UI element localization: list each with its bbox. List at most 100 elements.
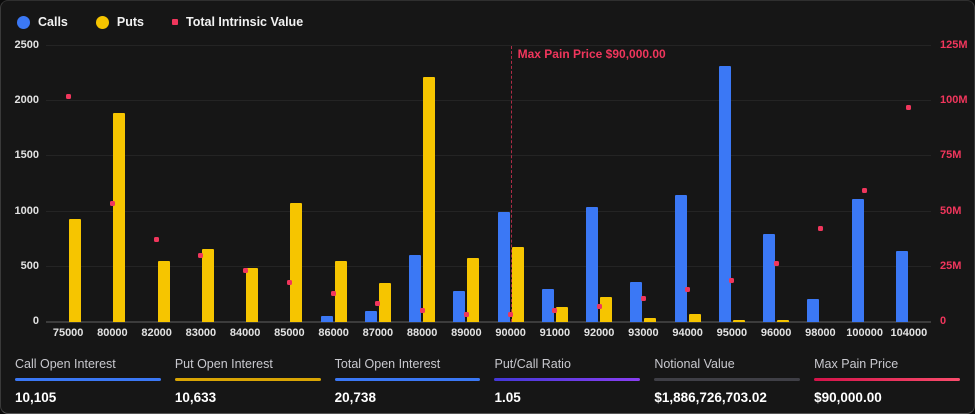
- y-axis-tick-label: 2500: [1, 39, 39, 51]
- put-bar-83000[interactable]: [202, 249, 214, 322]
- y-axis-tick-label: 2000: [1, 94, 39, 106]
- total-intrinsic-value-legend-marker-icon: [172, 19, 178, 25]
- bar-group-92000: [577, 46, 621, 322]
- stat-accent-underline: [814, 378, 960, 381]
- put-bar-75000[interactable]: [69, 219, 81, 322]
- stat-accent-underline: [654, 378, 800, 381]
- put-bar-87000[interactable]: [379, 283, 391, 322]
- stat-value: $1,886,726,703.02: [654, 390, 800, 405]
- legend-item-total-intrinsic-value[interactable]: Total Intrinsic Value: [172, 15, 303, 29]
- call-bar-98000[interactable]: [807, 299, 819, 322]
- intrinsic-value-point-84000[interactable]: [243, 268, 248, 273]
- x-axis-label-104000: 104000: [891, 327, 928, 339]
- intrinsic-value-point-80000[interactable]: [110, 201, 115, 206]
- bar-group-86000: [312, 46, 356, 322]
- call-bar-93000[interactable]: [630, 282, 642, 322]
- max-pain-annotation: Max Pain Price $90,000.00: [518, 47, 666, 61]
- right-y-axis-tick-label: 125M: [940, 39, 968, 51]
- x-axis-label-86000: 86000: [318, 327, 349, 339]
- stat-call-open-interest: Call Open Interest10,105: [15, 355, 161, 413]
- bar-group-88000: [400, 46, 444, 322]
- x-axis-label-93000: 93000: [628, 327, 659, 339]
- stat-notional-value: Notional Value $1,886,726,703.02: [654, 355, 800, 413]
- put-bar-96000[interactable]: [777, 320, 789, 322]
- intrinsic-value-point-93000[interactable]: [641, 296, 646, 301]
- y-axis-tick-label: 0: [1, 315, 39, 327]
- options-max-pain-chart-card: Calls Puts Total Intrinsic Value 0 500 1000 1…: [0, 0, 975, 414]
- put-bar-80000[interactable]: [113, 113, 125, 322]
- bar-group-98000: [798, 46, 842, 322]
- stat-accent-underline: [175, 378, 321, 381]
- intrinsic-value-point-92000[interactable]: [597, 304, 602, 309]
- intrinsic-value-point-98000[interactable]: [818, 226, 823, 231]
- intrinsic-value-point-89000[interactable]: [464, 312, 469, 317]
- max-pain-dashed-line: [511, 46, 512, 322]
- x-axis-label-98000: 98000: [805, 327, 836, 339]
- y-axis-tick-label: 1000: [1, 205, 39, 217]
- stat-label: Put/Call Ratio: [494, 357, 640, 371]
- intrinsic-value-point-86000[interactable]: [331, 291, 336, 296]
- intrinsic-value-point-82000[interactable]: [154, 237, 159, 242]
- intrinsic-value-point-75000[interactable]: [66, 94, 71, 99]
- put-bar-89000[interactable]: [467, 258, 479, 322]
- call-bar-90000[interactable]: [498, 212, 510, 322]
- bar-group-100000: [843, 46, 887, 322]
- x-axis-label-91000: 91000: [540, 327, 571, 339]
- bar-group-104000: [887, 46, 931, 322]
- legend-item-puts[interactable]: Puts: [96, 15, 144, 29]
- x-axis-label-83000: 83000: [186, 327, 217, 339]
- stat-accent-underline: [15, 378, 161, 381]
- put-bar-86000[interactable]: [335, 261, 347, 322]
- put-bar-82000[interactable]: [158, 261, 170, 322]
- x-axis-label-100000: 100000: [846, 327, 883, 339]
- intrinsic-value-point-100000[interactable]: [862, 188, 867, 193]
- call-bar-100000[interactable]: [852, 199, 864, 322]
- stat-value: 1.05: [494, 390, 640, 405]
- bar-group-80000: [90, 46, 134, 322]
- call-bar-96000[interactable]: [763, 234, 775, 322]
- put-bar-94000[interactable]: [689, 314, 701, 322]
- y-axis-tick-label: 500: [1, 260, 39, 272]
- x-axis-label-75000: 75000: [53, 327, 84, 339]
- put-bar-85000[interactable]: [290, 203, 302, 322]
- put-bar-90000[interactable]: [512, 247, 524, 322]
- put-bar-92000[interactable]: [600, 297, 612, 322]
- bar-group-82000: [135, 46, 179, 322]
- put-bar-88000[interactable]: [423, 77, 435, 322]
- put-bar-91000[interactable]: [556, 307, 568, 322]
- intrinsic-value-point-95000[interactable]: [729, 278, 734, 283]
- intrinsic-value-point-96000[interactable]: [774, 261, 779, 266]
- put-bar-93000[interactable]: [644, 318, 656, 322]
- call-bar-91000[interactable]: [542, 289, 554, 322]
- right-y-axis-tick-label: 0: [940, 315, 946, 327]
- stat-label: Notional Value: [654, 357, 800, 371]
- x-axis-label-88000: 88000: [407, 327, 438, 339]
- right-y-axis-tick-label: 75M: [940, 149, 961, 161]
- put-bar-95000[interactable]: [733, 320, 745, 322]
- call-bar-86000[interactable]: [321, 316, 333, 322]
- stat-value: 20,738: [335, 390, 481, 405]
- intrinsic-value-point-85000[interactable]: [287, 280, 292, 285]
- bar-group-84000: [223, 46, 267, 322]
- call-bar-87000[interactable]: [365, 311, 377, 322]
- right-y-axis-tick-label: 100M: [940, 94, 968, 106]
- bar-group-94000: [666, 46, 710, 322]
- bar-group-91000: [533, 46, 577, 322]
- intrinsic-value-point-88000[interactable]: [420, 308, 425, 313]
- bar-group-83000: [179, 46, 223, 322]
- y-axis-tick-label: 1500: [1, 149, 39, 161]
- stat-label: Max Pain Price: [814, 357, 960, 371]
- stat-max-pain-price: Max Pain Price$90,000.00: [814, 355, 960, 413]
- stat-put-open-interest: Put Open Interest10,633: [175, 355, 321, 413]
- call-bar-89000[interactable]: [453, 291, 465, 322]
- x-axis-label-90000: 90000: [495, 327, 526, 339]
- legend-label: Total Intrinsic Value: [186, 15, 303, 29]
- intrinsic-value-point-91000[interactable]: [552, 308, 557, 313]
- call-bar-94000[interactable]: [675, 195, 687, 322]
- put-bar-84000[interactable]: [246, 268, 258, 322]
- call-bar-104000[interactable]: [896, 251, 908, 322]
- legend-item-calls[interactable]: Calls: [17, 15, 68, 29]
- call-bar-95000[interactable]: [719, 66, 731, 322]
- stat-value: 10,105: [15, 390, 161, 405]
- intrinsic-value-point-87000[interactable]: [375, 301, 380, 306]
